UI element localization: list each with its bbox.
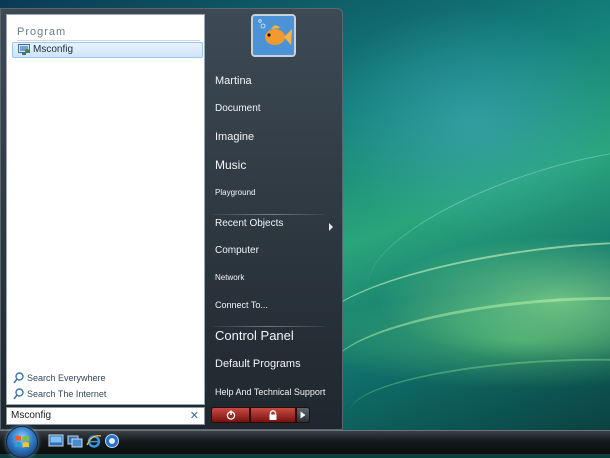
menu-item-user-folder[interactable]: Martina (215, 75, 252, 87)
arrow-right-icon (300, 411, 306, 419)
menu-item-recent-items[interactable]: Recent Objects (215, 218, 283, 229)
search-result-label: Msconfig (33, 44, 74, 55)
menu-item-connect-to[interactable]: Connect To... (215, 300, 268, 310)
menu-item-documents[interactable]: Document (215, 103, 261, 114)
menu-item-help-support[interactable]: Help And Technical Support (215, 387, 325, 397)
lock-button[interactable] (250, 407, 296, 423)
switch-windows-icon[interactable] (67, 433, 83, 449)
show-desktop-icon[interactable] (48, 433, 64, 449)
menu-item-network[interactable]: Network (215, 273, 244, 282)
wallpaper-wave (350, 114, 610, 347)
menu-item-music[interactable]: Music (215, 158, 246, 172)
search-icon (13, 372, 24, 384)
user-picture[interactable] (251, 14, 296, 57)
menu-separator (213, 214, 325, 215)
start-search-value: Msconfig (11, 410, 52, 421)
menu-item-pictures[interactable]: Imagine (215, 131, 254, 143)
submenu-arrow-icon (329, 223, 333, 231)
search-everywhere-label: Search Everywhere (27, 373, 106, 383)
lock-icon (269, 410, 277, 420)
more-options-button[interactable] (296, 407, 310, 423)
internet-explorer-icon[interactable] (86, 433, 102, 449)
msconfig-icon (18, 44, 30, 55)
power-button[interactable] (211, 407, 250, 423)
menu-item-computer[interactable]: Computer (215, 245, 259, 256)
search-icon (13, 388, 24, 400)
start-button[interactable] (6, 426, 38, 458)
start-search-input[interactable]: Msconfig ✕ (6, 407, 205, 425)
menu-item-control-panel[interactable]: Control Panel (215, 328, 294, 343)
power-buttons (211, 407, 310, 423)
start-menu-results-pane: Program Msconfig Search Everywhere Searc… (6, 14, 205, 405)
menu-item-games[interactable]: Playground (215, 188, 255, 197)
power-icon (226, 410, 235, 420)
results-group-divider (17, 40, 200, 41)
close-icon[interactable]: ✕ (190, 409, 199, 422)
search-result-msconfig[interactable]: Msconfig (12, 42, 203, 58)
wallpaper-wave (315, 221, 610, 371)
results-group-header: Program (17, 26, 67, 38)
start-menu: Program Msconfig Search Everywhere Searc… (0, 8, 343, 430)
search-internet-label: Search The Internet (27, 389, 107, 399)
media-player-icon[interactable] (104, 433, 120, 449)
menu-item-default-programs[interactable]: Default Programs (215, 358, 301, 370)
windows-logo-icon (15, 435, 29, 448)
wallpaper-wave (326, 281, 610, 422)
goldfish-avatar-icon (253, 16, 294, 55)
menu-separator (213, 326, 325, 327)
